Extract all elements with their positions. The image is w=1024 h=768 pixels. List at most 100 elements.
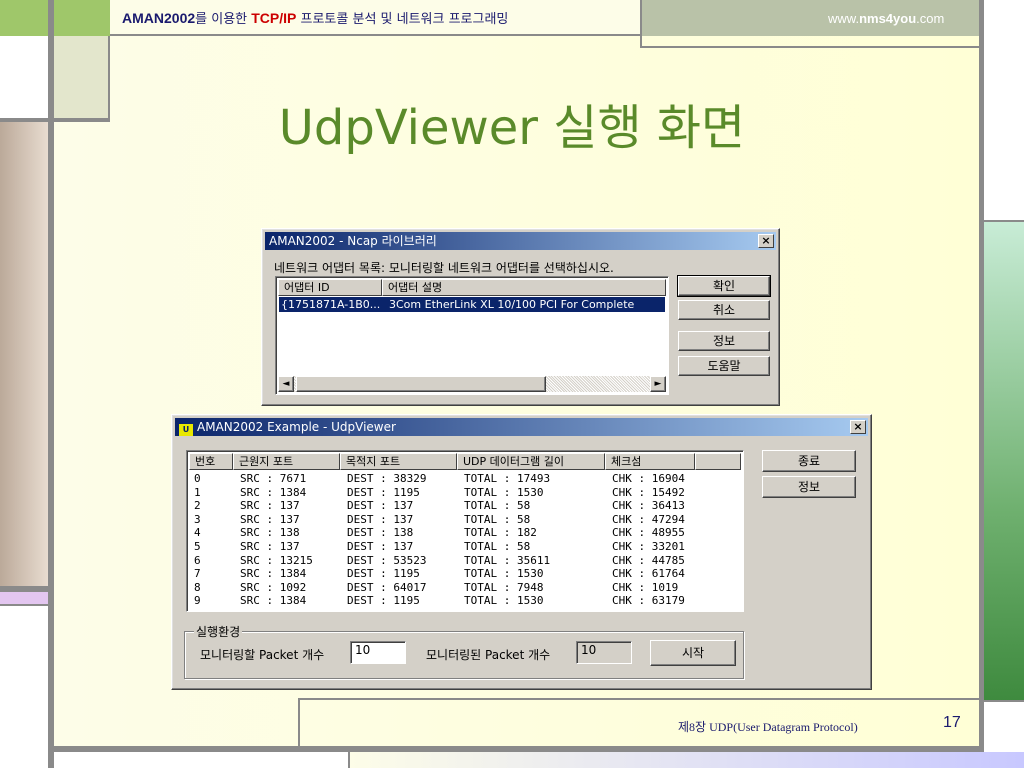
header-title: AMAN2002를 이용한 TCP/IP 프로토콜 분석 및 네트워크 프로그래… <box>122 10 509 27</box>
cell-dest: DEST : 137 <box>347 512 414 526</box>
table-row[interactable]: 8 SRC : 1092 DEST : 64017 TOTAL : 7948 CHK :… <box>190 581 740 595</box>
cell-src: SRC : 138 <box>240 526 300 540</box>
settings-group-label: 실행환경 <box>194 623 243 640</box>
cell-src: SRC : 1384 <box>240 485 307 499</box>
close-icon[interactable]: × <box>758 234 774 248</box>
column-header-checksum[interactable]: 체크섬 <box>605 453 695 470</box>
udpviewer-titlebar[interactable]: U AMAN2002 Example - UdpViewer × <box>175 418 868 436</box>
adapter-list[interactable]: 어댑터 ID 어댑터 설명 {1751871A-1B0... 3Com Ethe… <box>275 276 669 395</box>
table-row[interactable]: 9 SRC : 1384 DEST : 1195 TOTAL : 1530 CHK : … <box>190 594 740 608</box>
cell-total: TOTAL : 1530 <box>464 485 544 499</box>
table-row[interactable]: 0 SRC : 7671 DEST : 38329 TOTAL : 17493 CHK … <box>190 472 740 486</box>
scroll-right-icon[interactable]: ► <box>650 376 666 392</box>
cell-chk: CHK : 15492 <box>612 485 685 499</box>
cell-no: 6 <box>194 553 201 567</box>
cell-dest: DEST : 1195 <box>347 567 420 581</box>
cell-total: TOTAL : 182 <box>464 526 537 540</box>
udpviewer-title: AMAN2002 Example - UdpViewer <box>197 420 396 434</box>
divider-line <box>640 0 642 48</box>
column-header-udp-length[interactable]: UDP 데이터그램 길이 <box>457 453 605 470</box>
cell-src: SRC : 1092 <box>240 580 307 594</box>
table-row[interactable]: 4 SRC : 138 DEST : 138 TOTAL : 182 CHK : 489… <box>190 526 740 540</box>
divider-line <box>984 220 1024 222</box>
adapter-row-selected[interactable]: {1751871A-1B0... 3Com EtherLink XL 10/10… <box>279 297 665 312</box>
cell-dest: DEST : 1195 <box>347 485 420 499</box>
column-header-empty <box>695 453 741 470</box>
horizontal-scrollbar[interactable]: ◄ ► <box>278 376 666 392</box>
table-row[interactable]: 1 SRC : 1384 DEST : 1195 TOTAL : 1530 CHK : … <box>190 486 740 500</box>
info-button[interactable]: 정보 <box>678 331 770 351</box>
column-header-number[interactable]: 번호 <box>189 453 233 470</box>
cell-dest: DEST : 38329 <box>347 472 427 485</box>
slide-title: UdpViewer 실행 화면 <box>278 100 746 156</box>
footer-chapter: 제8장 UDP(User Datagram Protocol) <box>678 720 858 734</box>
cell-no: 2 <box>194 499 201 513</box>
page-number: 17 <box>943 714 961 731</box>
cell-total: TOTAL : 17493 <box>464 472 551 485</box>
close-icon[interactable]: × <box>850 420 866 434</box>
divider-line <box>298 698 984 700</box>
cell-chk: CHK : 61764 <box>612 567 685 581</box>
cell-no: 0 <box>194 472 201 485</box>
divider-line <box>640 46 980 48</box>
monitor-count-input[interactable]: 10 <box>350 641 406 664</box>
cell-src: SRC : 137 <box>240 512 300 526</box>
info-button[interactable]: 정보 <box>762 476 856 498</box>
monitored-count-value: 10 <box>576 641 632 664</box>
divider-line <box>298 698 300 752</box>
header-url: www.nms4you.com <box>828 11 945 26</box>
cell-total: TOTAL : 1530 <box>464 567 544 581</box>
ncap-title: AMAN2002 - Ncap 라이브러리 <box>269 234 437 248</box>
cell-total: TOTAL : 58 <box>464 499 531 513</box>
cell-no: 1 <box>194 485 201 499</box>
cell-src: SRC : 13215 <box>240 553 313 567</box>
cell-dest: DEST : 138 <box>347 526 414 540</box>
cancel-button[interactable]: 취소 <box>678 300 770 320</box>
divider-line <box>48 746 984 752</box>
adapter-instruction: 네트워크 어댑터 목록: 모니터링할 네트워크 어댑터를 선택하십시오. <box>274 261 614 275</box>
right-block-green <box>984 222 1024 702</box>
column-header-source-port[interactable]: 근원지 포트 <box>233 453 340 470</box>
ncap-titlebar[interactable]: AMAN2002 - Ncap 라이브러리 × <box>265 232 776 250</box>
column-header-dest-port[interactable]: 목적지 포트 <box>340 453 457 470</box>
cell-total: TOTAL : 7948 <box>464 580 544 594</box>
cell-dest: DEST : 1195 <box>347 594 420 608</box>
cell-dest: DEST : 137 <box>347 499 414 513</box>
ok-button[interactable]: 확인 <box>677 275 771 297</box>
table-row[interactable]: 5 SRC : 137 DEST : 137 TOTAL : 58 CHK : 3320… <box>190 540 740 554</box>
cell-dest: DEST : 53523 <box>347 553 427 567</box>
cell-chk: CHK : 63179 <box>612 594 685 608</box>
cell-no: 4 <box>194 526 201 540</box>
cell-chk: CHK : 44785 <box>612 553 685 567</box>
divider-line <box>0 604 54 606</box>
help-button[interactable]: 도움말 <box>678 356 770 376</box>
cell-total: TOTAL : 35611 <box>464 553 551 567</box>
table-row[interactable]: 2 SRC : 137 DEST : 137 TOTAL : 58 CHK : 3641… <box>190 499 740 513</box>
cell-no: 3 <box>194 512 201 526</box>
header-green-block <box>0 0 110 36</box>
cell-chk: CHK : 33201 <box>612 540 685 553</box>
cell-no: 5 <box>194 540 201 553</box>
cell-src: SRC : 137 <box>240 499 300 513</box>
cell-total: TOTAL : 58 <box>464 540 531 553</box>
cell-no: 8 <box>194 580 201 594</box>
column-header-adapter-id[interactable]: 어댑터 ID <box>278 279 382 296</box>
scroll-thumb[interactable] <box>296 376 546 392</box>
cell-src: SRC : 7671 <box>240 472 307 485</box>
adapter-id: {1751871A-1B0... <box>281 298 381 311</box>
cell-total: TOTAL : 1530 <box>464 594 544 608</box>
adapter-desc: 3Com EtherLink XL 10/100 PCI For Complet… <box>389 298 635 311</box>
table-row[interactable]: 6 SRC : 13215 DEST : 53523 TOTAL : 35611 CHK… <box>190 554 740 568</box>
scroll-left-icon[interactable]: ◄ <box>278 376 294 392</box>
column-header-adapter-desc[interactable]: 어댑터 설명 <box>382 279 666 296</box>
start-button[interactable]: 시작 <box>650 640 736 666</box>
table-row[interactable]: 3 SRC : 137 DEST : 137 TOTAL : 58 CHK : 4729… <box>190 513 740 527</box>
app-icon: U <box>179 424 193 436</box>
exit-button[interactable]: 종료 <box>762 450 856 472</box>
divider-line <box>348 752 350 768</box>
packet-list[interactable]: 번호 근원지 포트 목적지 포트 UDP 데이터그램 길이 체크섬 0 SRC :… <box>186 450 744 612</box>
cell-no: 9 <box>194 594 201 608</box>
cell-chk: CHK : 36413 <box>612 499 685 513</box>
table-row[interactable]: 7 SRC : 1384 DEST : 1195 TOTAL : 1530 CHK : … <box>190 567 740 581</box>
cell-chk: CHK : 16904 <box>612 472 685 485</box>
